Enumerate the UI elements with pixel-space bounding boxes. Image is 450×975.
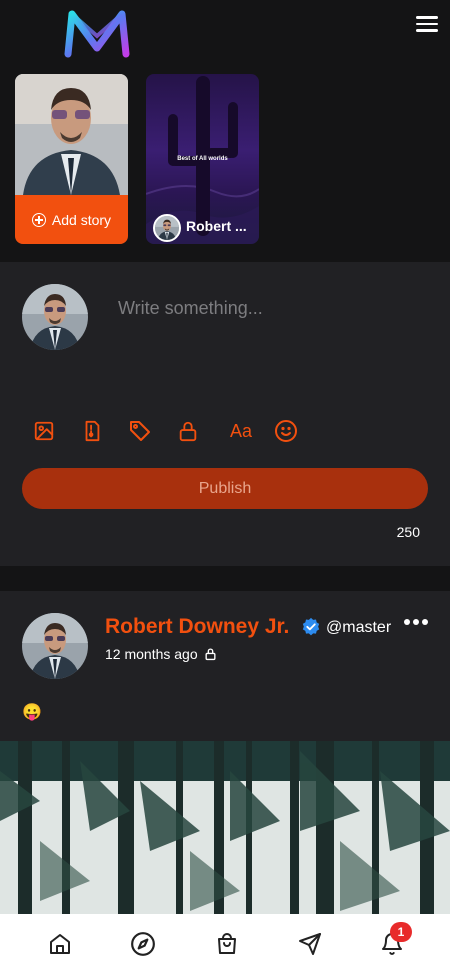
- lock-icon: [205, 648, 216, 661]
- plus-circle-icon: [31, 212, 46, 227]
- lock-icon[interactable]: [174, 416, 202, 446]
- image-icon[interactable]: [30, 416, 58, 446]
- file-upload-icon[interactable]: [78, 416, 106, 446]
- story-caption: Best of All worlds: [177, 156, 228, 162]
- notification-badge: 1: [390, 922, 412, 942]
- add-story-card[interactable]: Add story: [15, 74, 128, 244]
- feed-post: Robert Downey Jr. @master 12 months ago …: [0, 591, 450, 921]
- post-author-name[interactable]: Robert Downey Jr.: [105, 615, 289, 639]
- char-count: 250: [396, 524, 420, 540]
- more-options-icon[interactable]: [404, 619, 430, 631]
- explore-icon[interactable]: [128, 929, 158, 959]
- avatar[interactable]: [22, 613, 88, 679]
- tag-icon[interactable]: [126, 416, 154, 446]
- add-story-label: Add story: [51, 211, 112, 228]
- post-content: 😛: [22, 704, 42, 721]
- emoji-icon[interactable]: [272, 416, 300, 446]
- bottom-nav: 1: [0, 914, 450, 975]
- post-author-handle[interactable]: @master: [326, 619, 391, 637]
- post-timestamp: 12 months ago: [105, 646, 217, 662]
- post-image[interactable]: [0, 741, 450, 921]
- avatar[interactable]: [22, 284, 88, 350]
- story-user-name: Robert ...: [186, 218, 247, 234]
- publish-button[interactable]: Publish: [22, 468, 428, 509]
- hamburger-icon[interactable]: [412, 12, 442, 38]
- story-avatar: [153, 214, 181, 242]
- home-icon[interactable]: [45, 929, 75, 959]
- add-story-photo: [15, 74, 128, 195]
- post-composer: Aa Publish 250: [0, 262, 450, 566]
- verified-badge-icon: [302, 617, 320, 636]
- logo-m-icon[interactable]: [62, 8, 132, 58]
- stories-row: Add story Best of All worlds Robert ...: [0, 70, 450, 260]
- text-format-label: Aa: [229, 420, 253, 441]
- add-story-button[interactable]: Add story: [15, 195, 128, 244]
- story-card[interactable]: Best of All worlds Robert ...: [146, 74, 259, 244]
- messages-icon[interactable]: [295, 929, 325, 959]
- top-bar: [0, 0, 450, 70]
- post-input[interactable]: [118, 298, 418, 319]
- text-format-icon[interactable]: Aa: [224, 416, 258, 446]
- shop-icon[interactable]: [212, 929, 242, 959]
- post-time-label: 12 months ago: [105, 646, 198, 662]
